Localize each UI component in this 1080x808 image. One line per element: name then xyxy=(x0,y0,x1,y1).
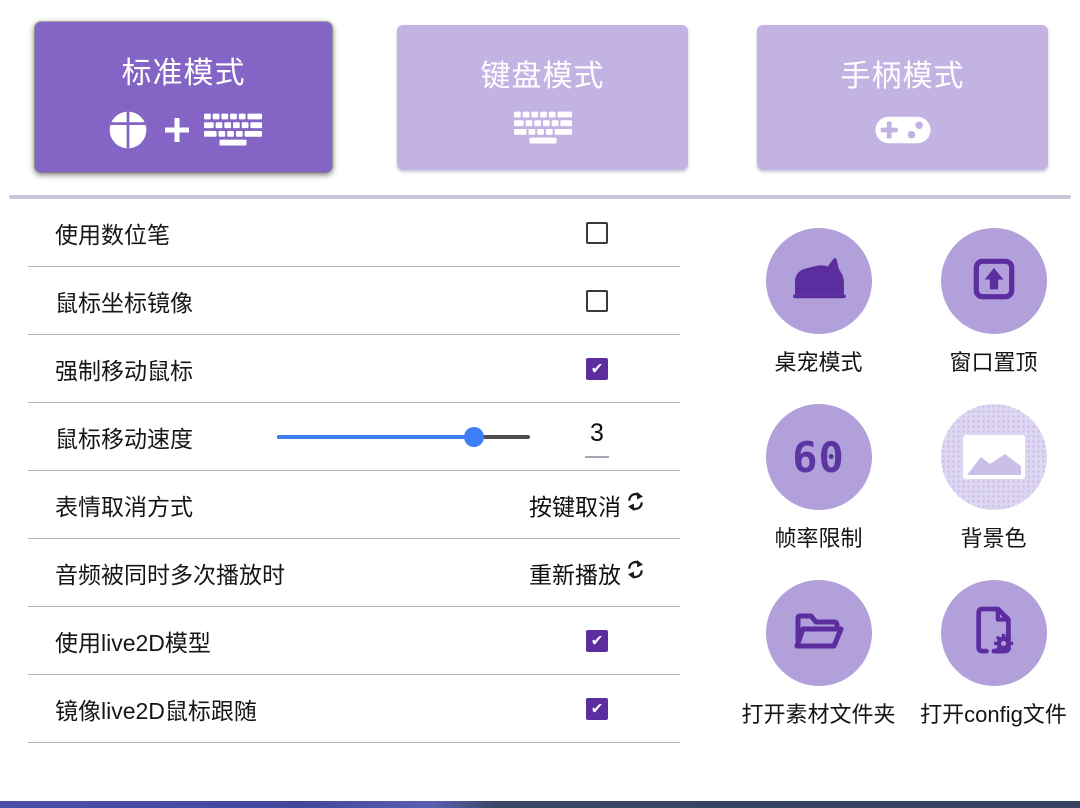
mirror-live2d-checkbox[interactable] xyxy=(586,698,608,720)
keyboard-icon xyxy=(514,111,572,150)
quick-actions: 桌宠模式 窗口置顶 60 帧率限制 xyxy=(731,228,1080,756)
slider-thumb[interactable] xyxy=(464,427,484,447)
mouse-speed-slider[interactable] xyxy=(277,403,530,471)
setting-row-use-stylus: 使用数位笔 xyxy=(28,199,680,267)
mouse-icon xyxy=(106,108,150,157)
bottom-edge-bar xyxy=(0,801,1080,808)
open-assets-folder-label: 打开素材文件夹 xyxy=(741,697,895,729)
background-color-label: 背景色 xyxy=(960,521,1026,553)
setting-row-mouse-mirror: 鼠标坐标镜像 xyxy=(28,267,680,335)
tab-keyboard-mode[interactable]: 键盘模式 xyxy=(397,25,688,170)
open-config-file-label: 打开config文件 xyxy=(920,697,1067,729)
setting-row-use-live2d: 使用live2D模型 xyxy=(28,607,680,675)
audio-replay-label: 音频被同时多次播放时 xyxy=(55,556,285,590)
setting-row-mirror-live2d: 镜像live2D鼠标跟随 xyxy=(28,675,680,743)
settings-list: 使用数位笔 鼠标坐标镜像 强制移动鼠标 鼠标移动速度 3 表情取消方式 按键取消 xyxy=(28,199,680,743)
tab-gamepad-mode[interactable]: 手柄模式 xyxy=(757,25,1048,170)
tab-keyboard-label: 键盘模式 xyxy=(481,51,605,95)
window-topmost-button[interactable] xyxy=(941,228,1047,334)
open-config-file-action: 打开config文件 xyxy=(906,580,1080,756)
open-assets-folder-action: 打开素材文件夹 xyxy=(731,580,906,756)
gamepad-icon xyxy=(872,111,934,154)
desktop-pet-action: 桌宠模式 xyxy=(731,228,906,404)
use-stylus-label: 使用数位笔 xyxy=(55,216,170,250)
mirror-live2d-label: 镜像live2D鼠标跟随 xyxy=(55,692,257,726)
tab-standard-label: 标准模式 xyxy=(122,48,246,92)
mouse-speed-value[interactable]: 3 xyxy=(585,419,609,448)
expression-cancel-select[interactable]: 按键取消 xyxy=(529,488,646,522)
fps-limit-button[interactable]: 60 xyxy=(766,404,872,510)
use-live2d-label: 使用live2D模型 xyxy=(55,624,211,658)
audio-replay-value: 重新播放 xyxy=(529,556,621,590)
mouse-mirror-checkbox[interactable] xyxy=(586,290,608,312)
mouse-speed-label: 鼠标移动速度 xyxy=(55,420,193,454)
keyboard-icon xyxy=(204,113,262,152)
arrow-up-square-icon xyxy=(969,254,1019,309)
force-move-mouse-checkbox[interactable] xyxy=(586,358,608,380)
use-live2d-checkbox[interactable] xyxy=(586,630,608,652)
folder-open-icon xyxy=(791,608,847,659)
slider-fill xyxy=(277,435,474,439)
setting-row-mouse-speed: 鼠标移动速度 3 xyxy=(28,403,680,471)
fps-limit-action: 60 帧率限制 xyxy=(731,404,906,580)
expression-cancel-value: 按键取消 xyxy=(529,488,621,522)
audio-replay-select[interactable]: 重新播放 xyxy=(529,556,646,590)
use-stylus-checkbox[interactable] xyxy=(586,222,608,244)
mouse-speed-underline xyxy=(585,456,609,458)
tab-standard-mode[interactable]: 标准模式 xyxy=(35,22,332,172)
window-topmost-label: 窗口置顶 xyxy=(949,345,1037,377)
window-topmost-action: 窗口置顶 xyxy=(906,228,1080,404)
plus-icon xyxy=(164,117,190,148)
background-color-button[interactable] xyxy=(941,404,1047,510)
fps-limit-label: 帧率限制 xyxy=(774,521,862,553)
background-color-action: 背景色 xyxy=(906,404,1080,580)
tab-gamepad-label: 手柄模式 xyxy=(841,51,965,95)
setting-row-audio-replay: 音频被同时多次播放时 重新播放 xyxy=(28,539,680,607)
setting-row-force-move-mouse: 强制移动鼠标 xyxy=(28,335,680,403)
desktop-pet-label: 桌宠模式 xyxy=(774,345,862,377)
image-icon xyxy=(963,435,1025,479)
fps-60-icon: 60 xyxy=(792,433,845,482)
settings-window: 标准模式 xyxy=(0,0,1080,808)
open-config-file-button[interactable] xyxy=(941,580,1047,686)
cycle-icon xyxy=(625,558,646,587)
setting-row-expression-cancel: 表情取消方式 按键取消 xyxy=(28,471,680,539)
cycle-icon xyxy=(625,490,646,519)
mouse-mirror-label: 鼠标坐标镜像 xyxy=(55,284,193,318)
file-gear-icon xyxy=(971,605,1017,662)
expression-cancel-label: 表情取消方式 xyxy=(55,488,193,522)
force-move-mouse-label: 强制移动鼠标 xyxy=(55,352,193,386)
open-assets-folder-button[interactable] xyxy=(766,580,872,686)
cat-icon xyxy=(788,255,850,308)
desktop-pet-button[interactable] xyxy=(766,228,872,334)
